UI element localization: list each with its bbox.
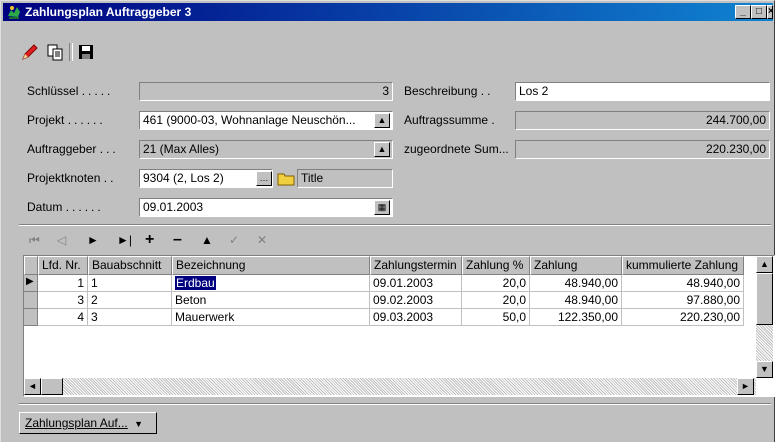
column-header[interactable]: Zahlung — [530, 256, 622, 275]
label-projektknoten: Projektknoten .. — [27, 171, 117, 185]
toolbar-separator — [69, 43, 73, 61]
field-schluessel[interactable]: 3 — [139, 82, 393, 101]
vertical-scrollbar[interactable]: ▲ ▼ — [756, 256, 773, 378]
last-record-icon[interactable]: ►| — [117, 233, 132, 247]
minimize-button[interactable]: _ — [735, 5, 751, 19]
column-header[interactable]: Zahlungstermin — [370, 256, 462, 275]
label-datum: Datum ...... — [27, 200, 104, 214]
post-record-icon[interactable]: ✓ — [229, 233, 239, 247]
save-icon[interactable] — [75, 41, 97, 63]
zahlungsplan-menu-button[interactable]: Zahlungsplan Auf... ▼ — [19, 412, 157, 434]
close-button[interactable]: × — [767, 5, 773, 19]
table-cell[interactable]: 48.940,00 — [530, 275, 622, 292]
field-auftragssumme[interactable]: 244.700,00 — [515, 111, 770, 130]
first-record-icon[interactable]: ⏮ — [29, 233, 40, 247]
insert-record-icon[interactable]: + — [145, 232, 154, 248]
row-indicator — [24, 309, 38, 326]
delete-record-icon[interactable]: – — [173, 232, 182, 248]
selected-cell-text[interactable]: Erdbau — [175, 276, 216, 290]
cancel-record-icon[interactable]: ✕ — [257, 233, 267, 247]
row-indicator — [24, 292, 38, 309]
table-cell[interactable]: 3 — [88, 309, 172, 326]
field-auftraggeber[interactable]: 21 (Max Alles) — [139, 140, 393, 159]
label-auftragssumme: Auftragssumme . — [404, 113, 498, 127]
label-projekt: Projekt ...... — [27, 113, 106, 127]
lookup-arrow-icon[interactable]: ▲ — [374, 142, 390, 157]
ellipsis-button[interactable]: … — [256, 171, 272, 186]
payment-grid[interactable]: Lfd. Nr. Bauabschnitt Bezeichnung Zahlun… — [23, 255, 775, 397]
field-title: Title — [297, 169, 393, 188]
label-zugeordnete-summe: zugeordnete Sum... — [404, 142, 509, 156]
pencil-icon[interactable] — [19, 41, 41, 63]
prior-record-icon[interactable]: ◁ — [57, 233, 66, 247]
label-auftraggeber: Auftraggeber ... — [27, 142, 119, 156]
field-zugeordnete-summe[interactable]: 220.230,00 — [515, 140, 770, 159]
table-cell[interactable]: Erdbau — [172, 275, 370, 292]
table-cell[interactable]: 1 — [38, 275, 88, 292]
table-cell[interactable]: 1 — [88, 275, 172, 292]
horizontal-scrollbar[interactable]: ◄ ► — [24, 378, 756, 395]
chevron-down-icon: ▼ — [134, 419, 144, 429]
table-cell[interactable]: 220.230,00 — [622, 309, 744, 326]
window-title: Zahlungsplan Auftraggeber 3 — [25, 5, 192, 19]
table-cell[interactable]: 09.01.2003 — [370, 275, 462, 292]
table-cell[interactable]: 09.02.2003 — [370, 292, 462, 309]
maximize-button[interactable]: □ — [751, 5, 767, 19]
table-cell[interactable]: 97.880,00 — [622, 292, 744, 309]
table-cell[interactable]: 09.03.2003 — [370, 309, 462, 326]
lookup-arrow-icon[interactable]: ▲ — [374, 113, 390, 128]
calendar-icon[interactable]: ▦ — [374, 200, 390, 215]
field-beschreibung[interactable]: Los 2 — [515, 82, 770, 101]
label-schluessel: Schlüssel ..... — [27, 84, 114, 98]
scroll-up-icon[interactable]: ▲ — [756, 256, 773, 273]
table-cell[interactable]: Beton — [172, 292, 370, 309]
field-projektknoten[interactable]: 9304 (2, Los 2) — [139, 169, 273, 188]
window: Zahlungsplan Auftraggeber 3 _ □ × Schlüs… — [0, 0, 775, 442]
column-header[interactable]: Lfd. Nr. — [38, 256, 88, 275]
divider — [19, 403, 771, 405]
table-cell[interactable]: 3 — [38, 292, 88, 309]
table-cell[interactable]: 2 — [88, 292, 172, 309]
table-cell[interactable]: 48.940,00 — [530, 292, 622, 309]
scroll-right-icon[interactable]: ► — [737, 378, 754, 395]
app-icon — [8, 6, 20, 19]
table-cell[interactable]: 20,0 — [462, 292, 530, 309]
copy-icon[interactable] — [44, 41, 66, 63]
table-cell[interactable]: Mauerwerk — [172, 309, 370, 326]
table-cell[interactable]: 50,0 — [462, 309, 530, 326]
scroll-thumb[interactable] — [41, 378, 63, 395]
column-header[interactable]: Bezeichnung — [172, 256, 370, 275]
folder-icon[interactable] — [277, 171, 295, 186]
scroll-thumb[interactable] — [756, 273, 773, 325]
row-indicator-icon: ▶ — [24, 275, 38, 292]
scroll-left-icon[interactable]: ◄ — [24, 378, 41, 395]
column-header[interactable]: kummulierte Zahlung — [622, 256, 744, 275]
scroll-down-icon[interactable]: ▼ — [756, 361, 773, 378]
column-header[interactable]: Zahlung % — [462, 256, 530, 275]
field-projekt[interactable]: 461 (9000-03, Wohnanlage Neuschön... — [139, 111, 393, 130]
table-cell[interactable]: 122.350,00 — [530, 309, 622, 326]
column-header[interactable]: Bauabschnitt — [88, 256, 172, 275]
title-bar[interactable]: Zahlungsplan Auftraggeber 3 _ □ × — [3, 3, 773, 21]
field-datum[interactable]: 09.01.2003 — [139, 198, 393, 217]
label-beschreibung: Beschreibung .. — [404, 84, 494, 98]
edit-record-icon[interactable]: ▲ — [201, 233, 213, 247]
divider — [19, 224, 771, 226]
menu-button-label: Zahlungsplan Auf... — [25, 416, 128, 430]
table-cell[interactable]: 4 — [38, 309, 88, 326]
table-cell[interactable]: 48.940,00 — [622, 275, 744, 292]
table-cell[interactable]: 20,0 — [462, 275, 530, 292]
grid-indicator-header — [24, 256, 38, 275]
next-record-icon[interactable]: ► — [87, 233, 99, 247]
